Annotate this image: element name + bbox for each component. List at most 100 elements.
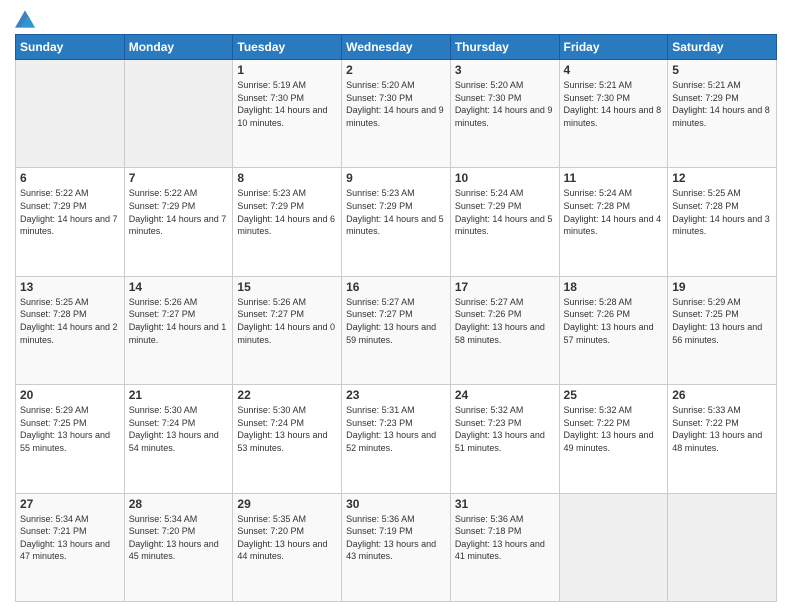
day-info: Sunrise: 5:33 AMSunset: 7:22 PMDaylight:… <box>672 404 772 454</box>
day-info: Sunrise: 5:27 AMSunset: 7:27 PMDaylight:… <box>346 296 446 346</box>
day-header-monday: Monday <box>124 35 233 60</box>
calendar-cell: 7 Sunrise: 5:22 AMSunset: 7:29 PMDaylight… <box>124 168 233 276</box>
calendar-cell: 15Sunrise: 5:26 AMSunset: 7:27 PMDayligh… <box>233 276 342 384</box>
day-number: 12 <box>672 171 772 185</box>
day-number: 20 <box>20 388 120 402</box>
day-number: 6 <box>20 171 120 185</box>
day-info: Sunrise: 5:21 AMSunset: 7:29 PMDaylight:… <box>672 79 772 129</box>
day-info: Sunrise: 5:24 AMSunset: 7:28 PMDaylight:… <box>564 187 664 237</box>
calendar-cell: 29Sunrise: 5:35 AMSunset: 7:20 PMDayligh… <box>233 493 342 601</box>
calendar-week-5: 27 Sunrise: 5:34 AMSunset: 7:21 PMDayligh… <box>16 493 777 601</box>
calendar-week-4: 20 Sunrise: 5:29 AMSunset: 7:25 PMDayligh… <box>16 385 777 493</box>
calendar-cell: 19 Sunrise: 5:29 AMSunset: 7:25 PMDayligh… <box>668 276 777 384</box>
day-info: Sunrise: 5:29 AMSunset: 7:25 PMDaylight:… <box>20 404 120 454</box>
calendar-cell <box>559 493 668 601</box>
day-info: Sunrise: 5:23 AMSunset: 7:29 PMDaylight:… <box>346 187 446 237</box>
day-number: 2 <box>346 63 446 77</box>
calendar-cell: 28 Sunrise: 5:34 AMSunset: 7:20 PMDayligh… <box>124 493 233 601</box>
calendar-cell: 25Sunrise: 5:32 AMSunset: 7:22 PMDayligh… <box>559 385 668 493</box>
day-number: 18 <box>564 280 664 294</box>
day-number: 26 <box>672 388 772 402</box>
calendar-cell: 12 Sunrise: 5:25 AMSunset: 7:28 PMDayligh… <box>668 168 777 276</box>
day-number: 7 <box>129 171 229 185</box>
day-info: Sunrise: 5:31 AMSunset: 7:23 PMDaylight:… <box>346 404 446 454</box>
calendar-cell: 3 Sunrise: 5:20 AMSunset: 7:30 PMDaylight… <box>450 60 559 168</box>
day-header-sunday: Sunday <box>16 35 125 60</box>
calendar-cell <box>16 60 125 168</box>
calendar-cell: 2 Sunrise: 5:20 AMSunset: 7:30 PMDaylight… <box>342 60 451 168</box>
day-number: 10 <box>455 171 555 185</box>
day-info: Sunrise: 5:36 AMSunset: 7:19 PMDaylight:… <box>346 513 446 563</box>
calendar-cell: 31Sunrise: 5:36 AMSunset: 7:18 PMDayligh… <box>450 493 559 601</box>
day-info: Sunrise: 5:30 AMSunset: 7:24 PMDaylight:… <box>237 404 337 454</box>
day-number: 4 <box>564 63 664 77</box>
calendar-week-2: 6 Sunrise: 5:22 AMSunset: 7:29 PMDaylight… <box>16 168 777 276</box>
day-number: 31 <box>455 497 555 511</box>
day-number: 16 <box>346 280 446 294</box>
calendar-cell: 26 Sunrise: 5:33 AMSunset: 7:22 PMDayligh… <box>668 385 777 493</box>
calendar-cell: 24 Sunrise: 5:32 AMSunset: 7:23 PMDayligh… <box>450 385 559 493</box>
calendar-cell: 10 Sunrise: 5:24 AMSunset: 7:29 PMDayligh… <box>450 168 559 276</box>
day-header-friday: Friday <box>559 35 668 60</box>
calendar-cell: 9 Sunrise: 5:23 AMSunset: 7:29 PMDaylight… <box>342 168 451 276</box>
page: SundayMondayTuesdayWednesdayThursdayFrid… <box>0 0 792 612</box>
calendar-cell: 5 Sunrise: 5:21 AMSunset: 7:29 PMDaylight… <box>668 60 777 168</box>
calendar-week-3: 13Sunrise: 5:25 AMSunset: 7:28 PMDayligh… <box>16 276 777 384</box>
calendar-cell: 8Sunrise: 5:23 AMSunset: 7:29 PMDaylight… <box>233 168 342 276</box>
day-number: 21 <box>129 388 229 402</box>
day-number: 30 <box>346 497 446 511</box>
day-info: Sunrise: 5:22 AMSunset: 7:29 PMDaylight:… <box>129 187 229 237</box>
day-header-saturday: Saturday <box>668 35 777 60</box>
day-info: Sunrise: 5:26 AMSunset: 7:27 PMDaylight:… <box>129 296 229 346</box>
day-info: Sunrise: 5:28 AMSunset: 7:26 PMDaylight:… <box>564 296 664 346</box>
day-number: 3 <box>455 63 555 77</box>
day-info: Sunrise: 5:35 AMSunset: 7:20 PMDaylight:… <box>237 513 337 563</box>
calendar-cell: 16 Sunrise: 5:27 AMSunset: 7:27 PMDayligh… <box>342 276 451 384</box>
calendar-cell <box>668 493 777 601</box>
calendar-cell: 23Sunrise: 5:31 AMSunset: 7:23 PMDayligh… <box>342 385 451 493</box>
day-number: 17 <box>455 280 555 294</box>
day-info: Sunrise: 5:24 AMSunset: 7:29 PMDaylight:… <box>455 187 555 237</box>
day-header-thursday: Thursday <box>450 35 559 60</box>
day-number: 27 <box>20 497 120 511</box>
day-info: Sunrise: 5:20 AMSunset: 7:30 PMDaylight:… <box>455 79 555 129</box>
calendar-table: SundayMondayTuesdayWednesdayThursdayFrid… <box>15 34 777 602</box>
day-number: 24 <box>455 388 555 402</box>
day-number: 11 <box>564 171 664 185</box>
calendar-header-row: SundayMondayTuesdayWednesdayThursdayFrid… <box>16 35 777 60</box>
calendar-cell: 21 Sunrise: 5:30 AMSunset: 7:24 PMDayligh… <box>124 385 233 493</box>
calendar-cell: 17 Sunrise: 5:27 AMSunset: 7:26 PMDayligh… <box>450 276 559 384</box>
day-info: Sunrise: 5:34 AMSunset: 7:21 PMDaylight:… <box>20 513 120 563</box>
day-info: Sunrise: 5:30 AMSunset: 7:24 PMDaylight:… <box>129 404 229 454</box>
day-number: 1 <box>237 63 337 77</box>
calendar-week-1: 1Sunrise: 5:19 AMSunset: 7:30 PMDaylight… <box>16 60 777 168</box>
calendar-cell <box>124 60 233 168</box>
day-info: Sunrise: 5:22 AMSunset: 7:29 PMDaylight:… <box>20 187 120 237</box>
day-number: 8 <box>237 171 337 185</box>
day-number: 14 <box>129 280 229 294</box>
day-number: 28 <box>129 497 229 511</box>
day-info: Sunrise: 5:20 AMSunset: 7:30 PMDaylight:… <box>346 79 446 129</box>
day-number: 9 <box>346 171 446 185</box>
day-info: Sunrise: 5:27 AMSunset: 7:26 PMDaylight:… <box>455 296 555 346</box>
calendar-cell: 4 Sunrise: 5:21 AMSunset: 7:30 PMDaylight… <box>559 60 668 168</box>
calendar-cell: 30 Sunrise: 5:36 AMSunset: 7:19 PMDayligh… <box>342 493 451 601</box>
calendar-cell: 11 Sunrise: 5:24 AMSunset: 7:28 PMDayligh… <box>559 168 668 276</box>
calendar-cell: 22Sunrise: 5:30 AMSunset: 7:24 PMDayligh… <box>233 385 342 493</box>
calendar-cell: 14 Sunrise: 5:26 AMSunset: 7:27 PMDayligh… <box>124 276 233 384</box>
logo <box>15 10 39 28</box>
day-info: Sunrise: 5:29 AMSunset: 7:25 PMDaylight:… <box>672 296 772 346</box>
day-info: Sunrise: 5:26 AMSunset: 7:27 PMDaylight:… <box>237 296 337 346</box>
day-info: Sunrise: 5:32 AMSunset: 7:23 PMDaylight:… <box>455 404 555 454</box>
day-number: 19 <box>672 280 772 294</box>
day-info: Sunrise: 5:25 AMSunset: 7:28 PMDaylight:… <box>672 187 772 237</box>
day-info: Sunrise: 5:34 AMSunset: 7:20 PMDaylight:… <box>129 513 229 563</box>
calendar-cell: 13Sunrise: 5:25 AMSunset: 7:28 PMDayligh… <box>16 276 125 384</box>
day-header-wednesday: Wednesday <box>342 35 451 60</box>
logo-icon <box>15 10 35 28</box>
day-number: 5 <box>672 63 772 77</box>
day-number: 25 <box>564 388 664 402</box>
day-number: 13 <box>20 280 120 294</box>
day-header-tuesday: Tuesday <box>233 35 342 60</box>
day-info: Sunrise: 5:21 AMSunset: 7:30 PMDaylight:… <box>564 79 664 129</box>
